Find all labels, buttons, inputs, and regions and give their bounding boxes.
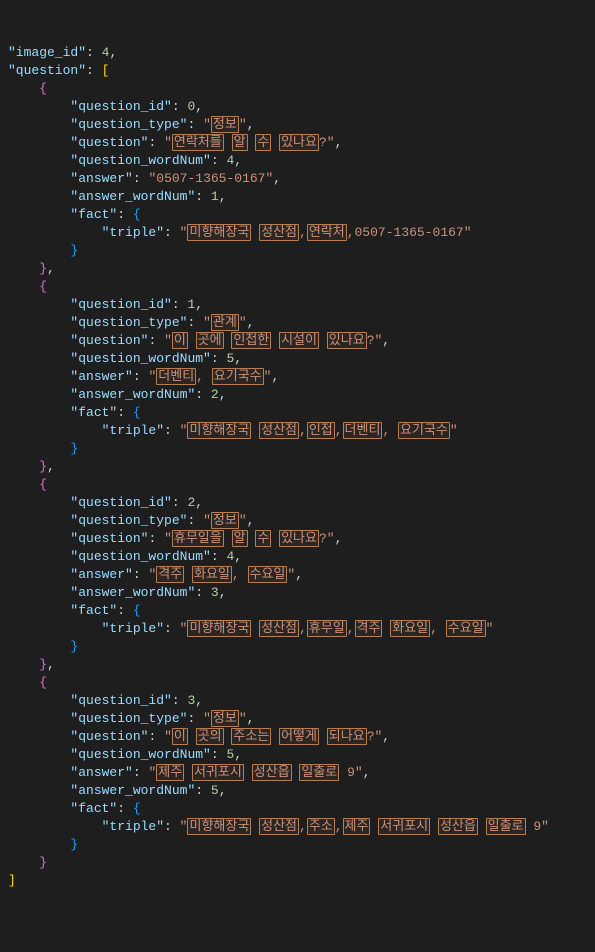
brace-close: }	[39, 261, 47, 276]
sp	[94, 45, 102, 60]
key-qtype: "question_type"	[70, 117, 187, 132]
bracket-close: ]	[8, 873, 16, 888]
key-question2: "question"	[70, 135, 148, 150]
key-answer: "answer"	[70, 171, 132, 186]
brace-open: {	[39, 81, 47, 96]
val-answer: "0507-1365-0167"	[148, 171, 273, 186]
val-awn: 1	[211, 189, 219, 204]
comma: ,	[109, 45, 117, 60]
brace-open-b: {	[133, 207, 141, 222]
brace-close-b: }	[70, 243, 78, 258]
key-question: "question"	[8, 63, 86, 78]
code-editor[interactable]: "image_id": 4, "question": [ { "question…	[8, 44, 587, 890]
bracket-open: [	[102, 63, 110, 78]
key-fact: "fact"	[70, 207, 117, 222]
key-image-id: "image_id"	[8, 45, 86, 60]
key-qid: "question_id"	[70, 99, 171, 114]
brace-open: {	[39, 279, 47, 294]
key-awn: "answer_wordNum"	[70, 189, 195, 204]
colon: :	[86, 63, 94, 78]
colon: :	[86, 45, 94, 60]
key-triple: "triple"	[102, 225, 164, 240]
sp	[94, 63, 102, 78]
ime-text: 정보	[211, 116, 239, 133]
key-qwn: "question_wordNum"	[70, 153, 210, 168]
